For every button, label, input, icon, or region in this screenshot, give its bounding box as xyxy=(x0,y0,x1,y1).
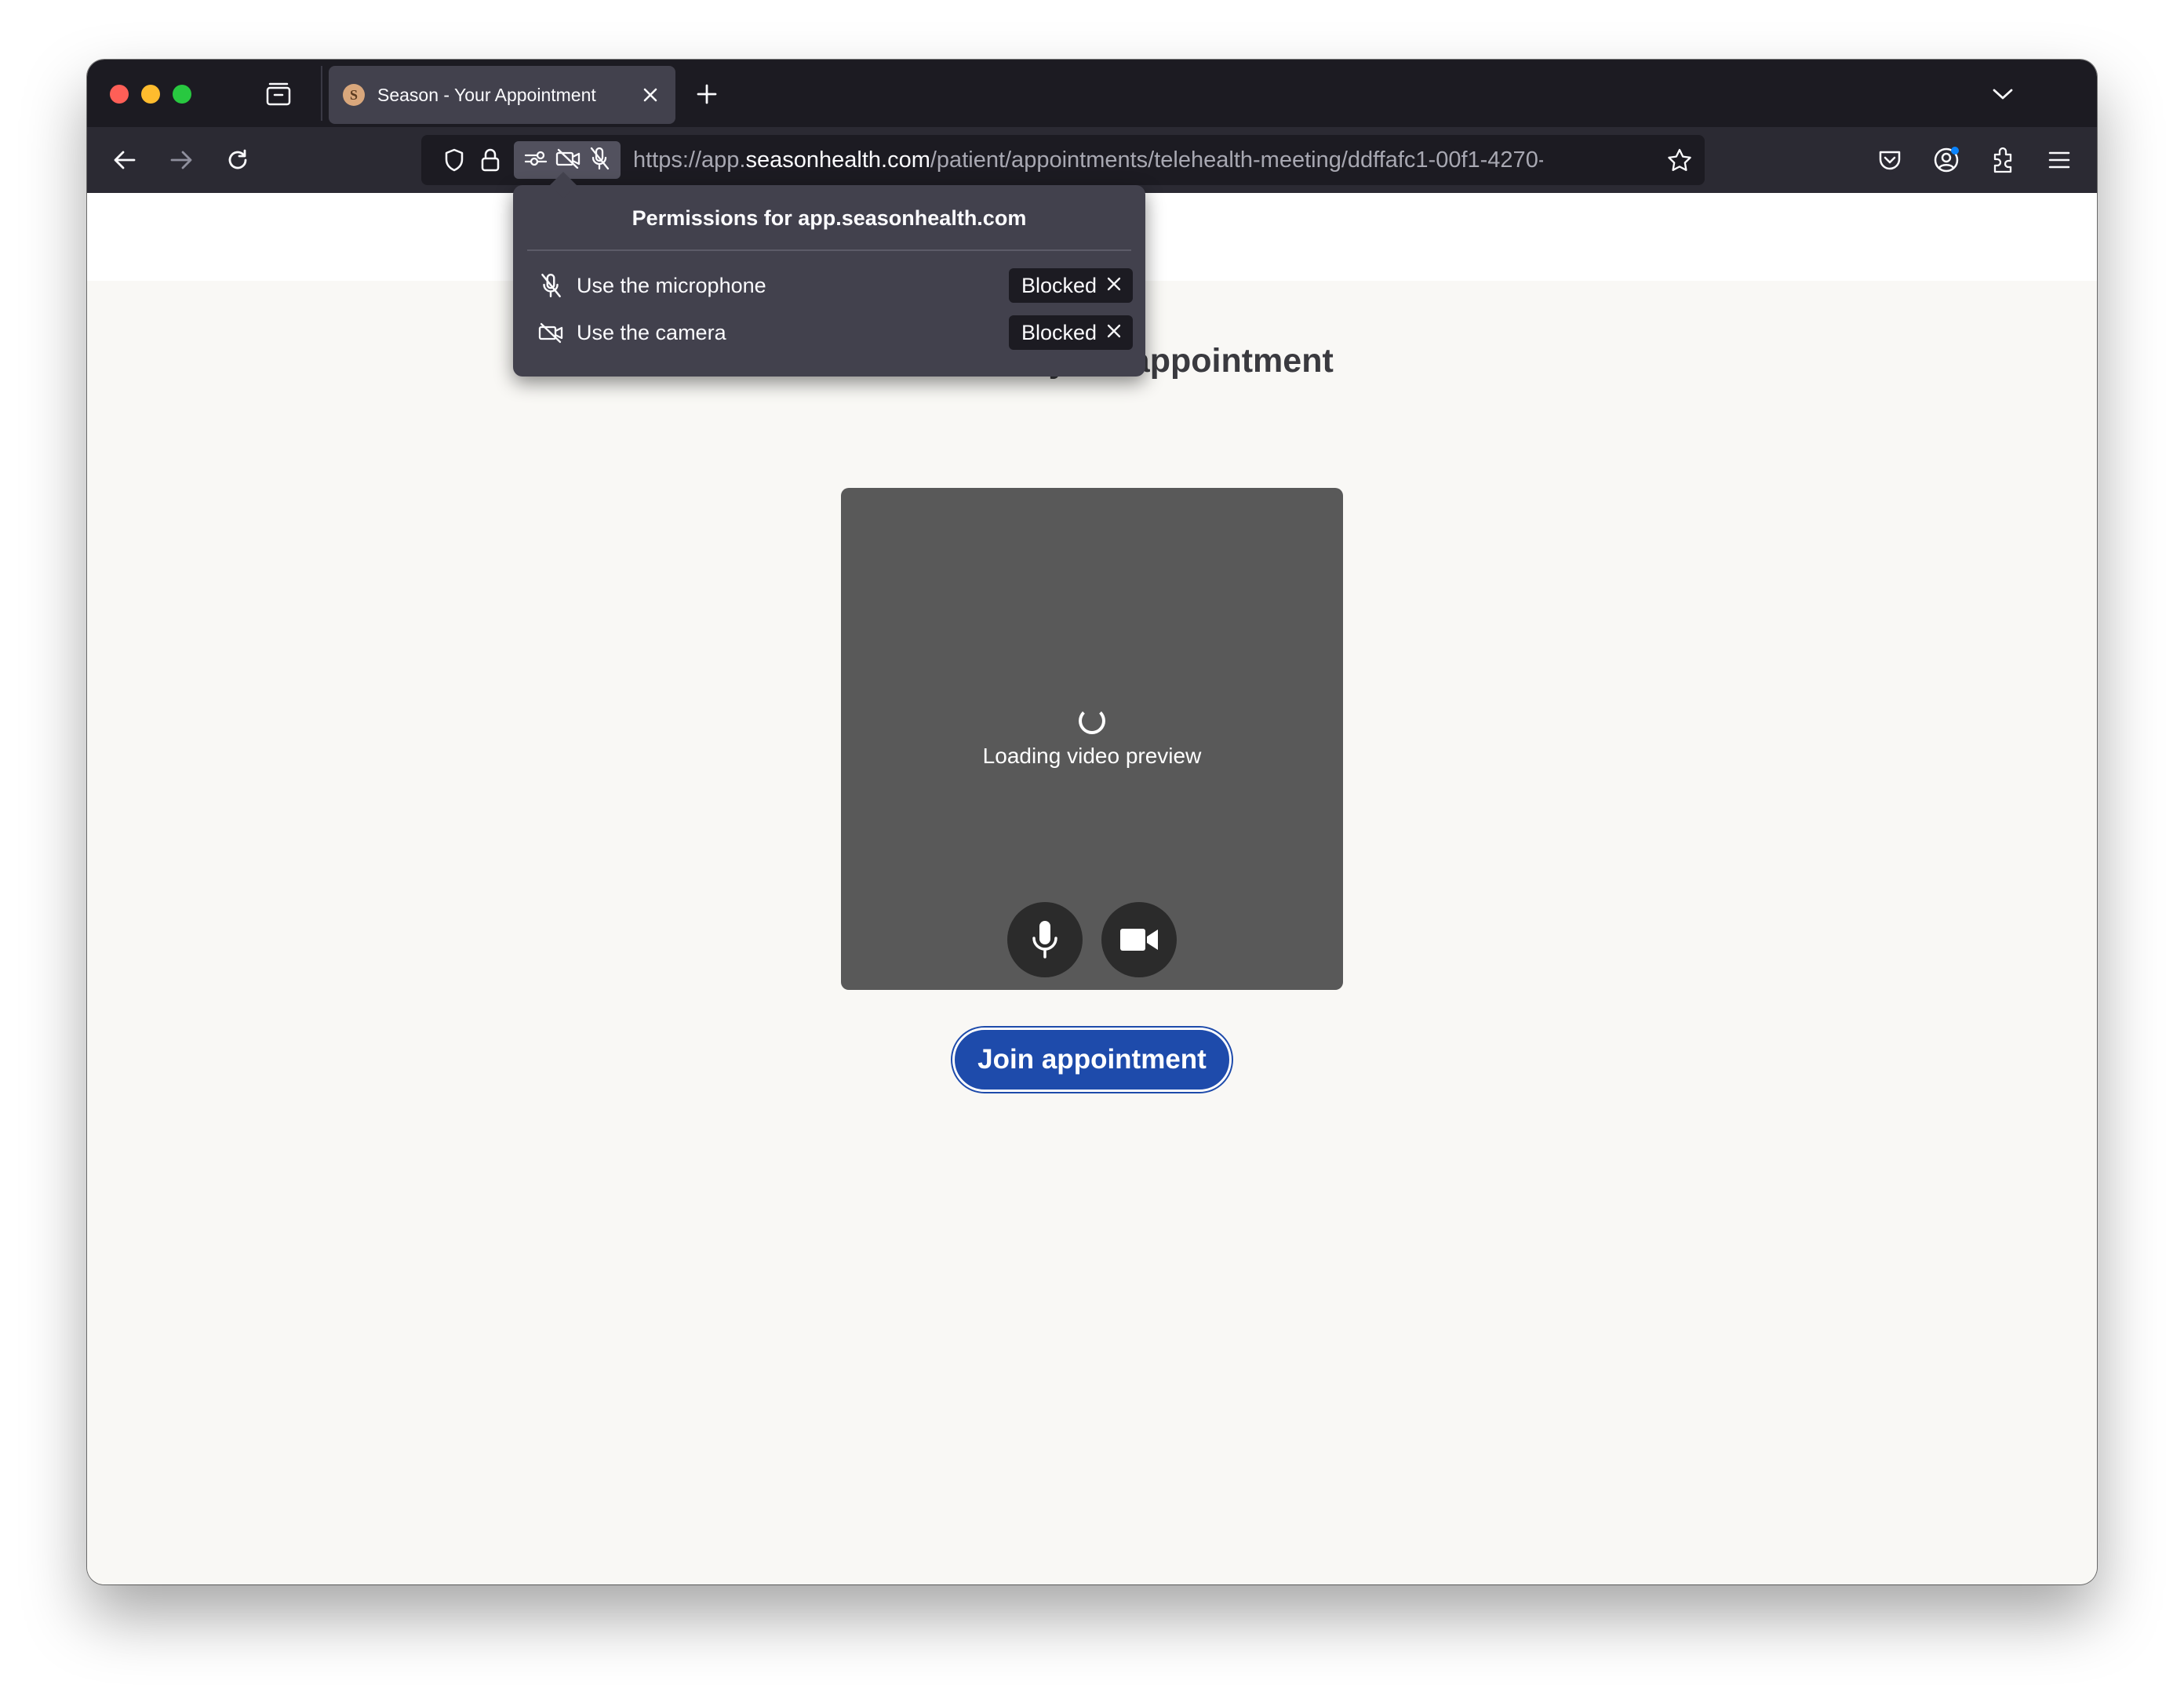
tab-title: Season - Your Appointment xyxy=(377,84,596,105)
permission-row-microphone: Use the microphone Blocked xyxy=(513,262,1145,309)
tab-separator xyxy=(321,66,322,121)
tab-manager-icon[interactable] xyxy=(263,80,294,108)
navigation-toolbar: https://app.seasonhealth.com/patient/app… xyxy=(87,127,2097,193)
permission-label: Use the camera xyxy=(577,321,726,344)
site-favicon-icon: S xyxy=(343,84,365,106)
clear-permission-icon[interactable] xyxy=(1106,276,1122,296)
page-content: N Welcome to your appointment Loading vi… xyxy=(87,193,2097,1584)
microphone-icon xyxy=(1032,921,1057,959)
video-preview: Loading video preview xyxy=(841,488,1343,990)
menu-icon[interactable] xyxy=(2042,143,2077,177)
minimize-window-button[interactable] xyxy=(141,85,160,104)
zoom-window-button[interactable] xyxy=(173,85,191,104)
lock-icon[interactable] xyxy=(475,144,506,176)
microphone-toggle-button[interactable] xyxy=(1007,902,1083,977)
account-icon[interactable] xyxy=(1929,143,1964,177)
back-arrow-icon[interactable] xyxy=(107,143,142,177)
permission-label: Use the microphone xyxy=(577,274,766,297)
close-window-button[interactable] xyxy=(110,85,129,104)
microphone-blocked-icon xyxy=(537,271,565,300)
permissions-settings-icon xyxy=(524,150,548,171)
loading-text: Loading video preview xyxy=(982,744,1202,768)
pocket-icon[interactable] xyxy=(1873,143,1907,177)
new-tab-icon[interactable] xyxy=(691,78,723,110)
url-text[interactable]: https://app.seasonhealth.com/patient/app… xyxy=(633,135,1543,185)
video-camera-icon xyxy=(1120,929,1158,951)
permission-state-badge[interactable]: Blocked xyxy=(1009,315,1133,350)
site-permissions-button[interactable] xyxy=(514,141,621,179)
tab-strip: S Season - Your Appointment xyxy=(87,60,2097,127)
camera-toggle-button[interactable] xyxy=(1101,902,1177,977)
chevron-down-icon[interactable] xyxy=(1987,78,2018,110)
browser-window: S Season - Your Appointment https://app.… xyxy=(87,60,2097,1584)
bookmark-star-icon[interactable] xyxy=(1664,144,1695,176)
loading-spinner-icon xyxy=(1079,708,1105,734)
permission-state-label: Blocked xyxy=(1021,320,1097,344)
address-bar[interactable]: https://app.seasonhealth.com/patient/app… xyxy=(421,135,1705,185)
reload-icon[interactable] xyxy=(220,143,255,177)
forward-arrow-icon[interactable] xyxy=(164,143,198,177)
tab-close-icon[interactable] xyxy=(635,79,666,111)
camera-blocked-icon xyxy=(555,148,581,173)
join-appointment-button[interactable]: Join appointment xyxy=(952,1028,1232,1092)
shield-icon[interactable] xyxy=(439,144,470,176)
permission-state-label: Blocked xyxy=(1021,273,1097,297)
divider xyxy=(527,249,1131,251)
permission-row-camera: Use the camera Blocked xyxy=(513,309,1145,356)
permission-state-badge[interactable]: Blocked xyxy=(1009,268,1133,303)
permissions-popup-title: Permissions for app.seasonhealth.com xyxy=(632,206,1027,230)
microphone-blocked-icon xyxy=(588,146,610,175)
permissions-popup: Permissions for app.seasonhealth.com Use… xyxy=(513,185,1145,377)
camera-blocked-icon xyxy=(537,318,565,347)
extensions-icon[interactable] xyxy=(1986,143,2020,177)
clear-permission-icon[interactable] xyxy=(1106,323,1122,343)
tab-season-appointment[interactable]: S Season - Your Appointment xyxy=(329,66,675,124)
